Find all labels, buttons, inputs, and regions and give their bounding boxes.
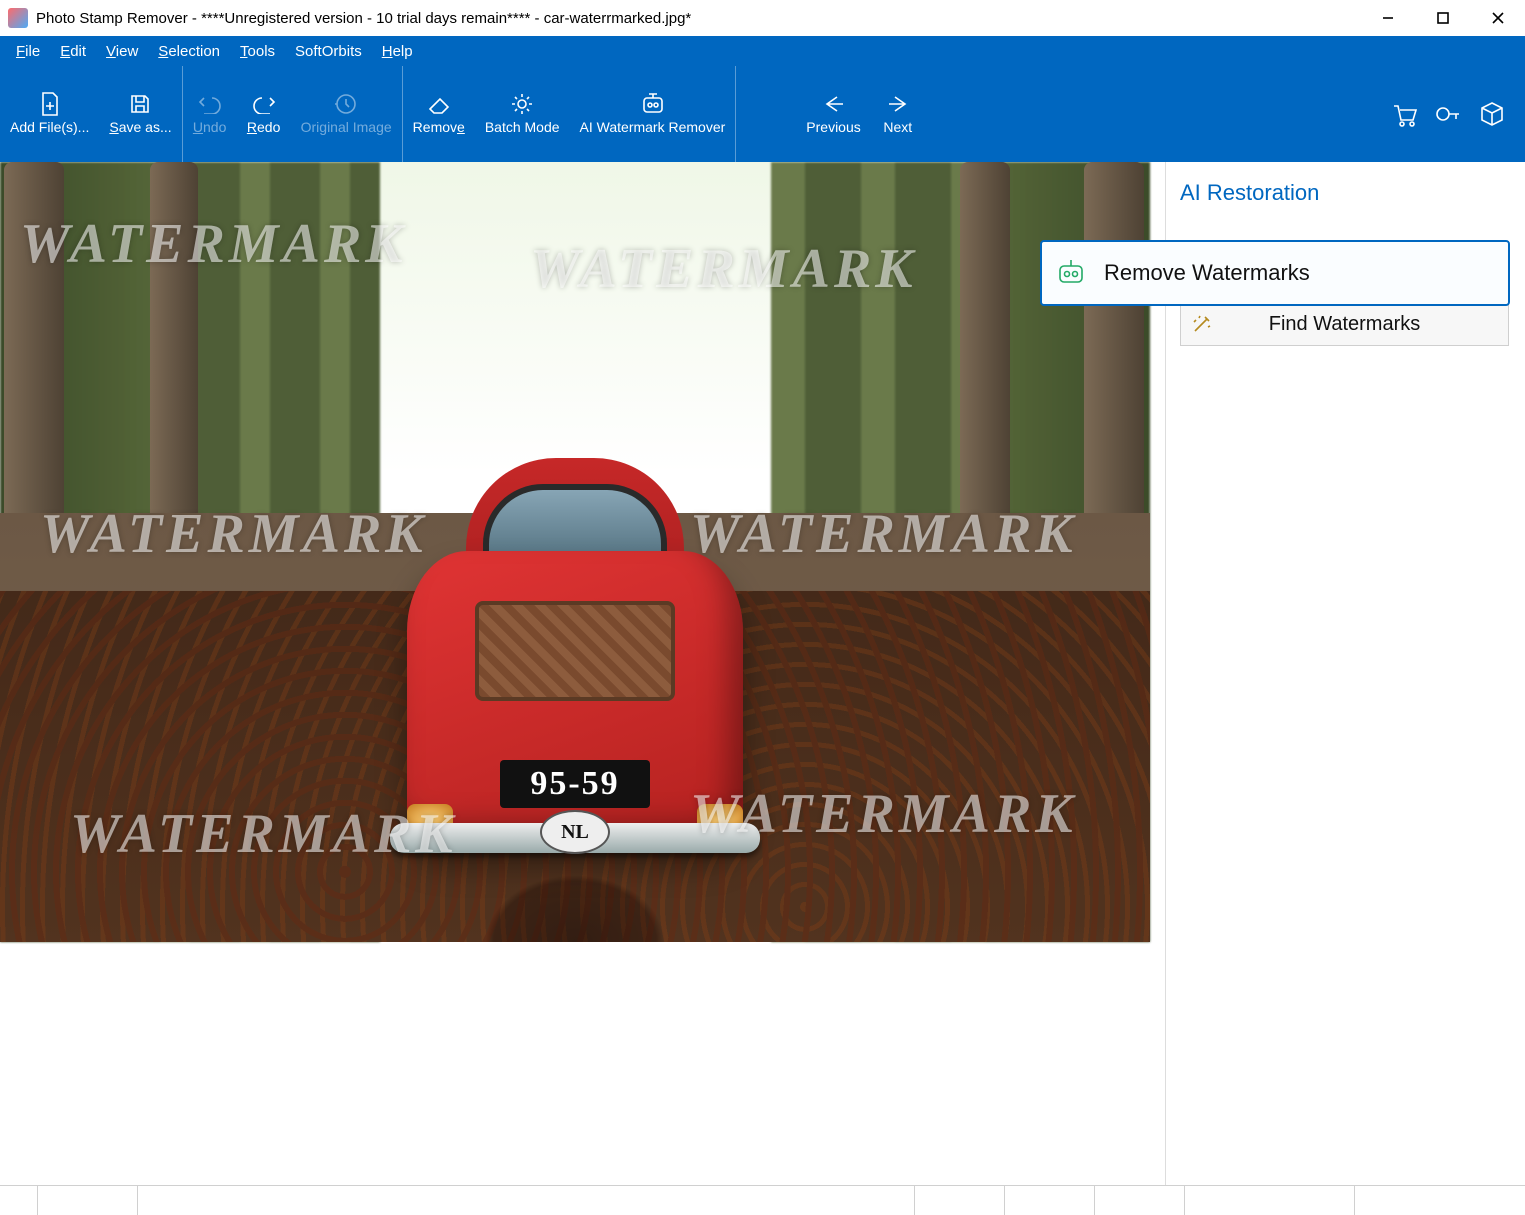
ai-watermark-remover-button[interactable]: AI Watermark Remover — [570, 66, 736, 162]
side-panel-title: AI Restoration — [1180, 180, 1509, 206]
status-cell — [0, 1186, 38, 1215]
license-plate: 95-59 — [500, 760, 650, 808]
robot-icon — [1056, 258, 1086, 288]
status-cell — [138, 1186, 915, 1215]
robot-icon — [639, 91, 665, 117]
window-title: Photo Stamp Remover - ****Unregistered v… — [36, 10, 1360, 27]
workspace: 95-59 NL WATERMARK WATERMARK WATERMARK W… — [0, 162, 1525, 1185]
add-file-icon — [37, 91, 63, 117]
find-watermarks-button[interactable]: Find Watermarks — [1180, 302, 1509, 346]
save-icon — [127, 91, 153, 117]
menu-file[interactable]: File — [8, 41, 48, 62]
titlebar: Photo Stamp Remover - ****Unregistered v… — [0, 0, 1525, 36]
original-image-label: Original Image — [301, 119, 392, 136]
batch-mode-label: Batch Mode — [485, 119, 560, 136]
next-label: Next — [883, 119, 912, 136]
history-icon — [333, 91, 359, 117]
previous-button[interactable]: Previous — [796, 66, 870, 162]
key-icon[interactable] — [1433, 99, 1463, 129]
watermark-text: WATERMARK — [690, 502, 1077, 566]
ai-watermark-remover-label: AI Watermark Remover — [580, 119, 726, 136]
close-button[interactable] — [1470, 0, 1525, 36]
redo-button[interactable]: Redo — [237, 66, 291, 162]
menu-softorbits[interactable]: SoftOrbits — [287, 41, 370, 62]
gear-icon — [509, 91, 535, 117]
redo-icon — [251, 91, 277, 117]
save-as-button[interactable]: Save as... — [99, 66, 181, 162]
watermark-text: WATERMARK — [530, 237, 917, 301]
add-files-button[interactable]: Add File(s)... — [0, 66, 99, 162]
status-cell — [915, 1186, 1005, 1215]
toolbar: Add File(s)... Save as... Undo Redo Orig… — [0, 66, 1525, 162]
find-watermarks-label: Find Watermarks — [1269, 313, 1421, 336]
menu-edit[interactable]: Edit — [52, 41, 94, 62]
arrow-left-icon — [821, 91, 847, 117]
minimize-button[interactable] — [1360, 0, 1415, 36]
side-panel: AI Restoration Remove Watermarks Find Wa… — [1165, 162, 1525, 1185]
undo-label: Undo — [193, 119, 226, 136]
menu-selection[interactable]: Selection — [150, 41, 228, 62]
status-cell — [1185, 1186, 1355, 1215]
undo-button[interactable]: Undo — [183, 66, 237, 162]
arrow-right-icon — [885, 91, 911, 117]
remove-watermarks-label: Remove Watermarks — [1104, 260, 1310, 286]
eraser-icon — [426, 91, 452, 117]
watermark-text: WATERMARK — [70, 802, 457, 866]
add-files-label: Add File(s)... — [10, 119, 89, 136]
watermark-text: WATERMARK — [40, 502, 427, 566]
cart-icon[interactable] — [1389, 99, 1419, 129]
status-cell — [1355, 1186, 1525, 1215]
magic-wand-icon — [1191, 313, 1213, 335]
menu-help[interactable]: Help — [374, 41, 421, 62]
redo-label: Redo — [247, 119, 280, 136]
maximize-button[interactable] — [1415, 0, 1470, 36]
remove-button[interactable]: Remove — [403, 66, 475, 162]
app-icon — [8, 8, 28, 28]
statusbar — [0, 1185, 1525, 1215]
previous-label: Previous — [806, 119, 860, 136]
watermark-text: WATERMARK — [20, 212, 407, 276]
menubar: File Edit View Selection Tools SoftOrbit… — [0, 36, 1525, 66]
menu-view[interactable]: View — [98, 41, 146, 62]
status-cell — [38, 1186, 138, 1215]
country-oval: NL — [540, 810, 610, 854]
remove-watermarks-button[interactable]: Remove Watermarks — [1040, 240, 1510, 306]
undo-icon — [197, 91, 223, 117]
menu-tools[interactable]: Tools — [232, 41, 283, 62]
canvas-pane[interactable]: 95-59 NL WATERMARK WATERMARK WATERMARK W… — [0, 162, 1165, 1185]
save-as-label: Save as... — [109, 119, 171, 136]
image-viewport: 95-59 NL WATERMARK WATERMARK WATERMARK W… — [0, 162, 1150, 942]
next-button[interactable]: Next — [871, 66, 925, 162]
status-cell — [1095, 1186, 1185, 1215]
status-cell — [1005, 1186, 1095, 1215]
remove-label: Remove — [413, 119, 465, 136]
watermark-text: WATERMARK — [690, 782, 1077, 846]
original-image-button[interactable]: Original Image — [291, 66, 402, 162]
package-icon[interactable] — [1477, 99, 1507, 129]
batch-mode-button[interactable]: Batch Mode — [475, 66, 570, 162]
